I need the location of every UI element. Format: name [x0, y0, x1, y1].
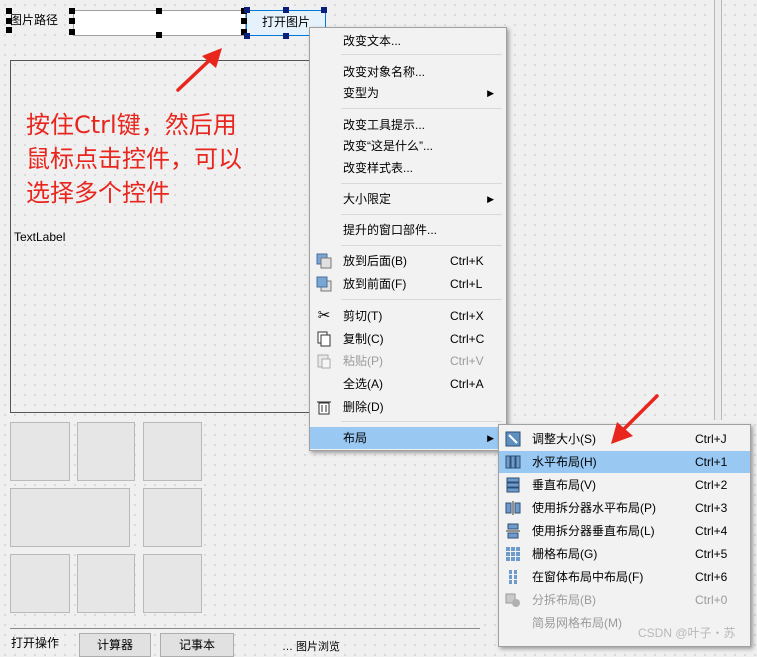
- submenu-item-horizontal-layout[interactable]: 水平布局(H) Ctrl+1: [499, 451, 750, 473]
- grid-layout-icon: [506, 547, 520, 561]
- menu-item-bring-to-front[interactable]: 放到前面(F) Ctrl+L: [310, 273, 506, 295]
- grid-tile[interactable]: [10, 422, 70, 481]
- selection-handle[interactable]: [156, 8, 162, 14]
- selection-handle[interactable]: [283, 33, 289, 39]
- submenu-item-vertical-layout[interactable]: 垂直布局(V) Ctrl+2: [499, 474, 750, 496]
- annotation-line: 选择多个控件: [26, 179, 170, 207]
- menu-item-cut[interactable]: ✂ 剪切(T) Ctrl+X: [310, 305, 506, 327]
- horizontal-layout-icon: [505, 455, 521, 469]
- selection-handle[interactable]: [283, 7, 289, 13]
- submenu-arrow-icon: ▶: [487, 194, 494, 204]
- submenu-item-break-layout[interactable]: 分拆布局(B) Ctrl+0: [499, 589, 750, 611]
- selection-handle[interactable]: [156, 32, 162, 38]
- divider-line: [10, 628, 480, 629]
- form-right-edge: [714, 0, 722, 420]
- notepad-button[interactable]: 记事本: [160, 633, 234, 657]
- menu-item-delete[interactable]: 删除(D): [310, 396, 506, 418]
- form-layout-icon: [509, 570, 517, 584]
- watermark-text: CSDN @叶子・苏: [638, 626, 736, 640]
- selection-handle[interactable]: [241, 18, 247, 24]
- paste-icon: [317, 354, 331, 369]
- menu-item-layout[interactable]: 布局 ▶: [310, 427, 506, 449]
- submenu-arrow-icon: ▶: [487, 88, 494, 98]
- selection-handle[interactable]: [69, 29, 75, 35]
- layout-submenu: 调整大小(S) Ctrl+J 水平布局(H) Ctrl+1 垂直布局(V) Ctrl+…: [498, 424, 751, 647]
- menu-item-morph-into[interactable]: 变型为 ▶: [310, 82, 506, 104]
- annotation-arrow-icon: [176, 48, 222, 92]
- grid-tile[interactable]: [10, 488, 130, 547]
- annotation-line: 按住Ctrl键，然后用: [26, 111, 237, 139]
- copy-icon: [317, 331, 331, 347]
- selection-handle[interactable]: [69, 8, 75, 14]
- text-label[interactable]: TextLabel: [14, 230, 65, 244]
- submenu-item-grid-layout[interactable]: 栅格布局(G) Ctrl+5: [499, 543, 750, 565]
- selection-handle[interactable]: [244, 33, 250, 39]
- grid-tile[interactable]: [10, 554, 70, 613]
- annotation-line: 鼠标点击控件，可以: [26, 145, 242, 173]
- selection-handle[interactable]: [321, 7, 327, 13]
- submenu-item-vertical-splitter[interactable]: 使用拆分器垂直布局(L) Ctrl+4: [499, 520, 750, 542]
- context-menu: 改变文本... 改变对象名称... 变型为 ▶ 改变工具提示... 改变“这是什么…: [309, 27, 507, 451]
- menu-item-paste[interactable]: 粘贴(P) Ctrl+V: [310, 350, 506, 372]
- menu-item-size-constraints[interactable]: 大小限定 ▶: [310, 188, 506, 210]
- bottom-extra-label: … 图片浏览: [282, 641, 341, 653]
- selection-handle[interactable]: [244, 7, 250, 13]
- menu-item-promoted-widgets[interactable]: 提升的窗口部件...: [310, 219, 506, 241]
- trash-icon: [317, 401, 331, 415]
- submenu-item-horizontal-splitter[interactable]: 使用拆分器水平布局(P) Ctrl+3: [499, 497, 750, 519]
- selection-handle[interactable]: [6, 27, 12, 33]
- vertical-layout-icon: [506, 477, 520, 493]
- submenu-arrow-icon: ▶: [487, 433, 494, 443]
- annotation-text: 按住Ctrl键，然后用 鼠标点击控件，可以 选择多个控件: [26, 108, 242, 210]
- scissors-icon: ✂: [317, 307, 331, 324]
- menu-item-send-to-back[interactable]: 放到后面(B) Ctrl+K: [310, 250, 506, 272]
- grid-tile[interactable]: [143, 422, 202, 481]
- menu-item-change-stylesheet[interactable]: 改变样式表...: [310, 157, 506, 179]
- send-to-back-icon: [316, 253, 332, 269]
- adjust-size-icon: [505, 431, 521, 447]
- menu-item-copy[interactable]: 复制(C) Ctrl+C: [310, 328, 506, 350]
- menu-item-change-object-name[interactable]: 改变对象名称...: [310, 61, 506, 83]
- annotation-arrow-icon: [611, 394, 659, 444]
- menu-item-change-whats-this[interactable]: 改变“这是什么”...: [310, 135, 506, 157]
- vertical-splitter-icon: [506, 523, 520, 539]
- calculator-button[interactable]: 计算器: [79, 633, 151, 657]
- submenu-item-form-layout[interactable]: 在窗体布局中布局(F) Ctrl+6: [499, 566, 750, 588]
- bottom-label[interactable]: 打开操作: [11, 634, 59, 651]
- selection-handle[interactable]: [69, 18, 75, 24]
- grid-tile[interactable]: [77, 554, 135, 613]
- selection-handle[interactable]: [6, 18, 12, 24]
- grid-tile[interactable]: [143, 554, 202, 613]
- menu-item-select-all[interactable]: 全选(A) Ctrl+A: [310, 373, 506, 395]
- break-layout-icon: [505, 593, 520, 607]
- grid-tile[interactable]: [143, 488, 202, 547]
- selection-handle[interactable]: [6, 8, 12, 14]
- horizontal-splitter-icon: [505, 501, 521, 515]
- bring-to-front-icon: [316, 276, 332, 292]
- menu-item-change-tooltip[interactable]: 改变工具提示...: [310, 114, 506, 136]
- path-label[interactable]: 图片路径: [10, 11, 58, 28]
- menu-item-change-text[interactable]: 改变文本...: [310, 30, 506, 52]
- grid-tile[interactable]: [77, 422, 135, 481]
